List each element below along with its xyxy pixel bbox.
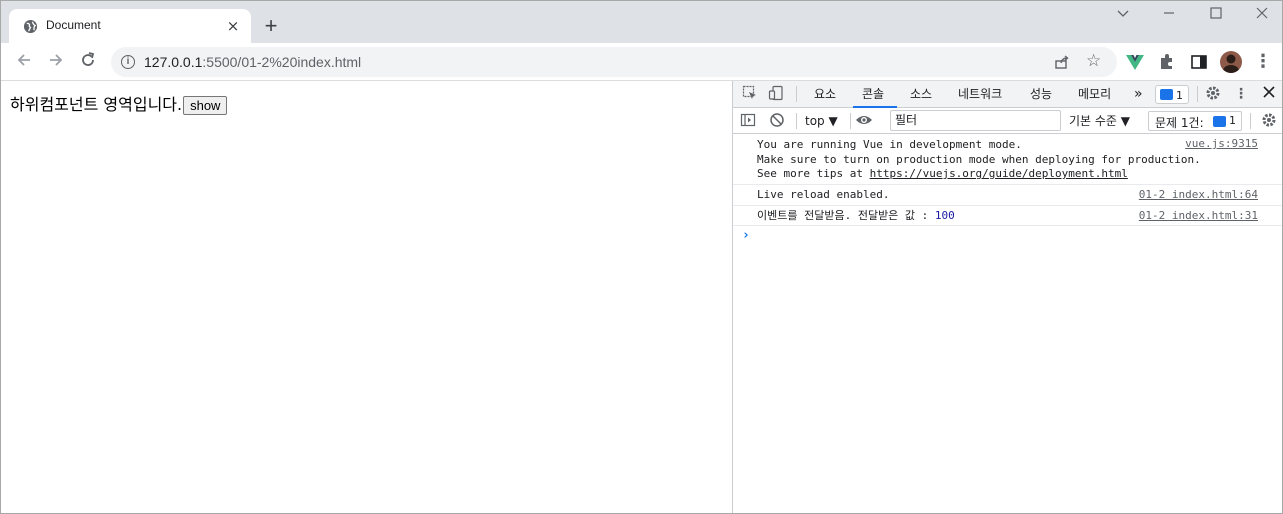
browser-tab[interactable]: Document ×	[9, 9, 251, 43]
live-expression-eye-icon[interactable]	[855, 112, 873, 130]
source-link[interactable]: vue.js:9315	[1185, 137, 1258, 151]
issues-button[interactable]: 문제 1건: 1	[1148, 111, 1242, 131]
site-info-icon[interactable]: i	[121, 55, 135, 69]
console-message: Live reload enabled. 01-2 index.html:64	[733, 185, 1282, 206]
minimize-icon[interactable]	[1159, 6, 1179, 26]
tab-title: Document	[46, 18, 101, 32]
toolbar-divider	[1250, 113, 1251, 129]
console-message: 이벤트를 전달받음. 전달받은 값 : 100 01-2 index.html:…	[733, 206, 1282, 226]
message-icon	[1213, 116, 1226, 127]
messages-badge[interactable]: 1	[1155, 85, 1189, 104]
browser-window: Document × + i 127.0.0.1:5500/01-2%20ind…	[0, 0, 1283, 514]
new-tab-button[interactable]: +	[260, 15, 282, 37]
show-button[interactable]: show	[183, 96, 228, 115]
bookmark-star-icon[interactable]: ☆	[1086, 51, 1101, 71]
maximize-icon[interactable]	[1206, 6, 1226, 26]
console-toolbar: top ▼ 필터 기본 수준 ▼ 문제 1건: 1	[733, 108, 1282, 134]
context-selector[interactable]: top ▼	[805, 108, 838, 134]
tab-performance[interactable]: 성능	[1030, 81, 1052, 108]
kebab-menu-icon[interactable]: ⋮	[1253, 52, 1273, 72]
devtools-tabbar: 요소 콘솔 소스 네트워크 성능 메모리 » 1 ⋮	[733, 81, 1282, 108]
profile-avatar[interactable]	[1220, 51, 1242, 73]
deployment-link[interactable]: https://vuejs.org/guide/deployment.html	[870, 167, 1128, 180]
clear-console-icon[interactable]	[768, 112, 786, 130]
console-message-text: Make sure to turn on production mode whe…	[757, 152, 1201, 166]
back-arrow-icon[interactable]	[13, 51, 35, 73]
toolbar-divider	[796, 86, 797, 102]
log-level-selector[interactable]: 기본 수준 ▼	[1069, 108, 1130, 134]
close-devtools-icon[interactable]	[1260, 85, 1278, 103]
more-tabs-icon[interactable]: »	[1134, 81, 1143, 108]
toolbar-divider	[1197, 86, 1198, 102]
globe-icon	[23, 19, 38, 34]
forward-arrow-icon[interactable]	[45, 51, 67, 73]
close-window-icon[interactable]	[1252, 6, 1272, 26]
settings-gear-icon[interactable]	[1204, 85, 1222, 103]
close-tab-icon[interactable]: ×	[225, 18, 241, 34]
message-icon	[1160, 89, 1173, 100]
chevron-down-icon[interactable]	[1113, 6, 1133, 26]
sidebar-toggle-icon[interactable]	[739, 112, 757, 130]
tab-sources[interactable]: 소스	[910, 81, 932, 108]
tab-strip: Document × +	[1, 1, 1282, 43]
tab-memory[interactable]: 메모리	[1078, 81, 1111, 108]
console-message-text: See more tips at https://vuejs.org/guide…	[733, 167, 1282, 182]
vue-devtools-icon[interactable]	[1125, 52, 1145, 72]
devtools-menu-icon[interactable]: ⋮	[1232, 85, 1250, 103]
url-path: :5500/01-2%20index.html	[202, 54, 362, 70]
url-text: 127.0.0.1:5500/01-2%20index.html	[144, 54, 361, 70]
console-settings-gear-icon[interactable]	[1260, 112, 1278, 130]
page-content: 하위컴포넌트 영역입니다. show	[10, 91, 228, 115]
toolbar-divider	[850, 113, 851, 129]
share-icon[interactable]	[1054, 54, 1070, 70]
console-filter-input[interactable]: 필터	[890, 110, 1061, 131]
source-link[interactable]: 01-2 index.html:64	[1139, 188, 1258, 202]
devtools-panel: 요소 콘솔 소스 네트워크 성능 메모리 » 1 ⋮ top ▼ 필터 기본 수…	[732, 81, 1282, 513]
messages-count: 1	[1176, 89, 1183, 102]
event-value: 100	[934, 209, 955, 222]
url-host: 127.0.0.1	[144, 54, 203, 70]
device-toolbar-icon[interactable]	[767, 85, 785, 103]
tab-console[interactable]: 콘솔	[853, 81, 897, 108]
tab-elements[interactable]: 요소	[814, 81, 836, 108]
console-message: You are running Vue in development mode.…	[733, 134, 1282, 185]
issues-label: 문제 1건:	[1155, 116, 1204, 130]
console-prompt[interactable]: ›	[742, 228, 750, 243]
reload-icon[interactable]	[77, 51, 99, 73]
extensions-puzzle-icon[interactable]	[1157, 52, 1177, 72]
address-bar[interactable]: i 127.0.0.1:5500/01-2%20index.html ☆	[111, 47, 1117, 77]
console-output: You are running Vue in development mode.…	[733, 134, 1282, 243]
source-link[interactable]: 01-2 index.html:31	[1139, 209, 1258, 223]
event-text: 이벤트를 전달받음. 전달받은 값 :	[757, 209, 935, 222]
page-viewport: 하위컴포넌트 영역입니다. show	[1, 81, 732, 513]
browser-toolbar: i 127.0.0.1:5500/01-2%20index.html ☆ ⋮	[1, 43, 1282, 81]
side-panel-icon[interactable]	[1189, 52, 1209, 72]
inspect-element-icon[interactable]	[741, 85, 759, 103]
issues-count: 1	[1229, 114, 1236, 127]
tab-network[interactable]: 네트워크	[958, 81, 1002, 108]
toolbar-divider	[796, 113, 797, 129]
tips-prefix: See more tips at	[757, 167, 870, 180]
child-component-text: 하위컴포넌트 영역입니다.	[10, 95, 183, 114]
